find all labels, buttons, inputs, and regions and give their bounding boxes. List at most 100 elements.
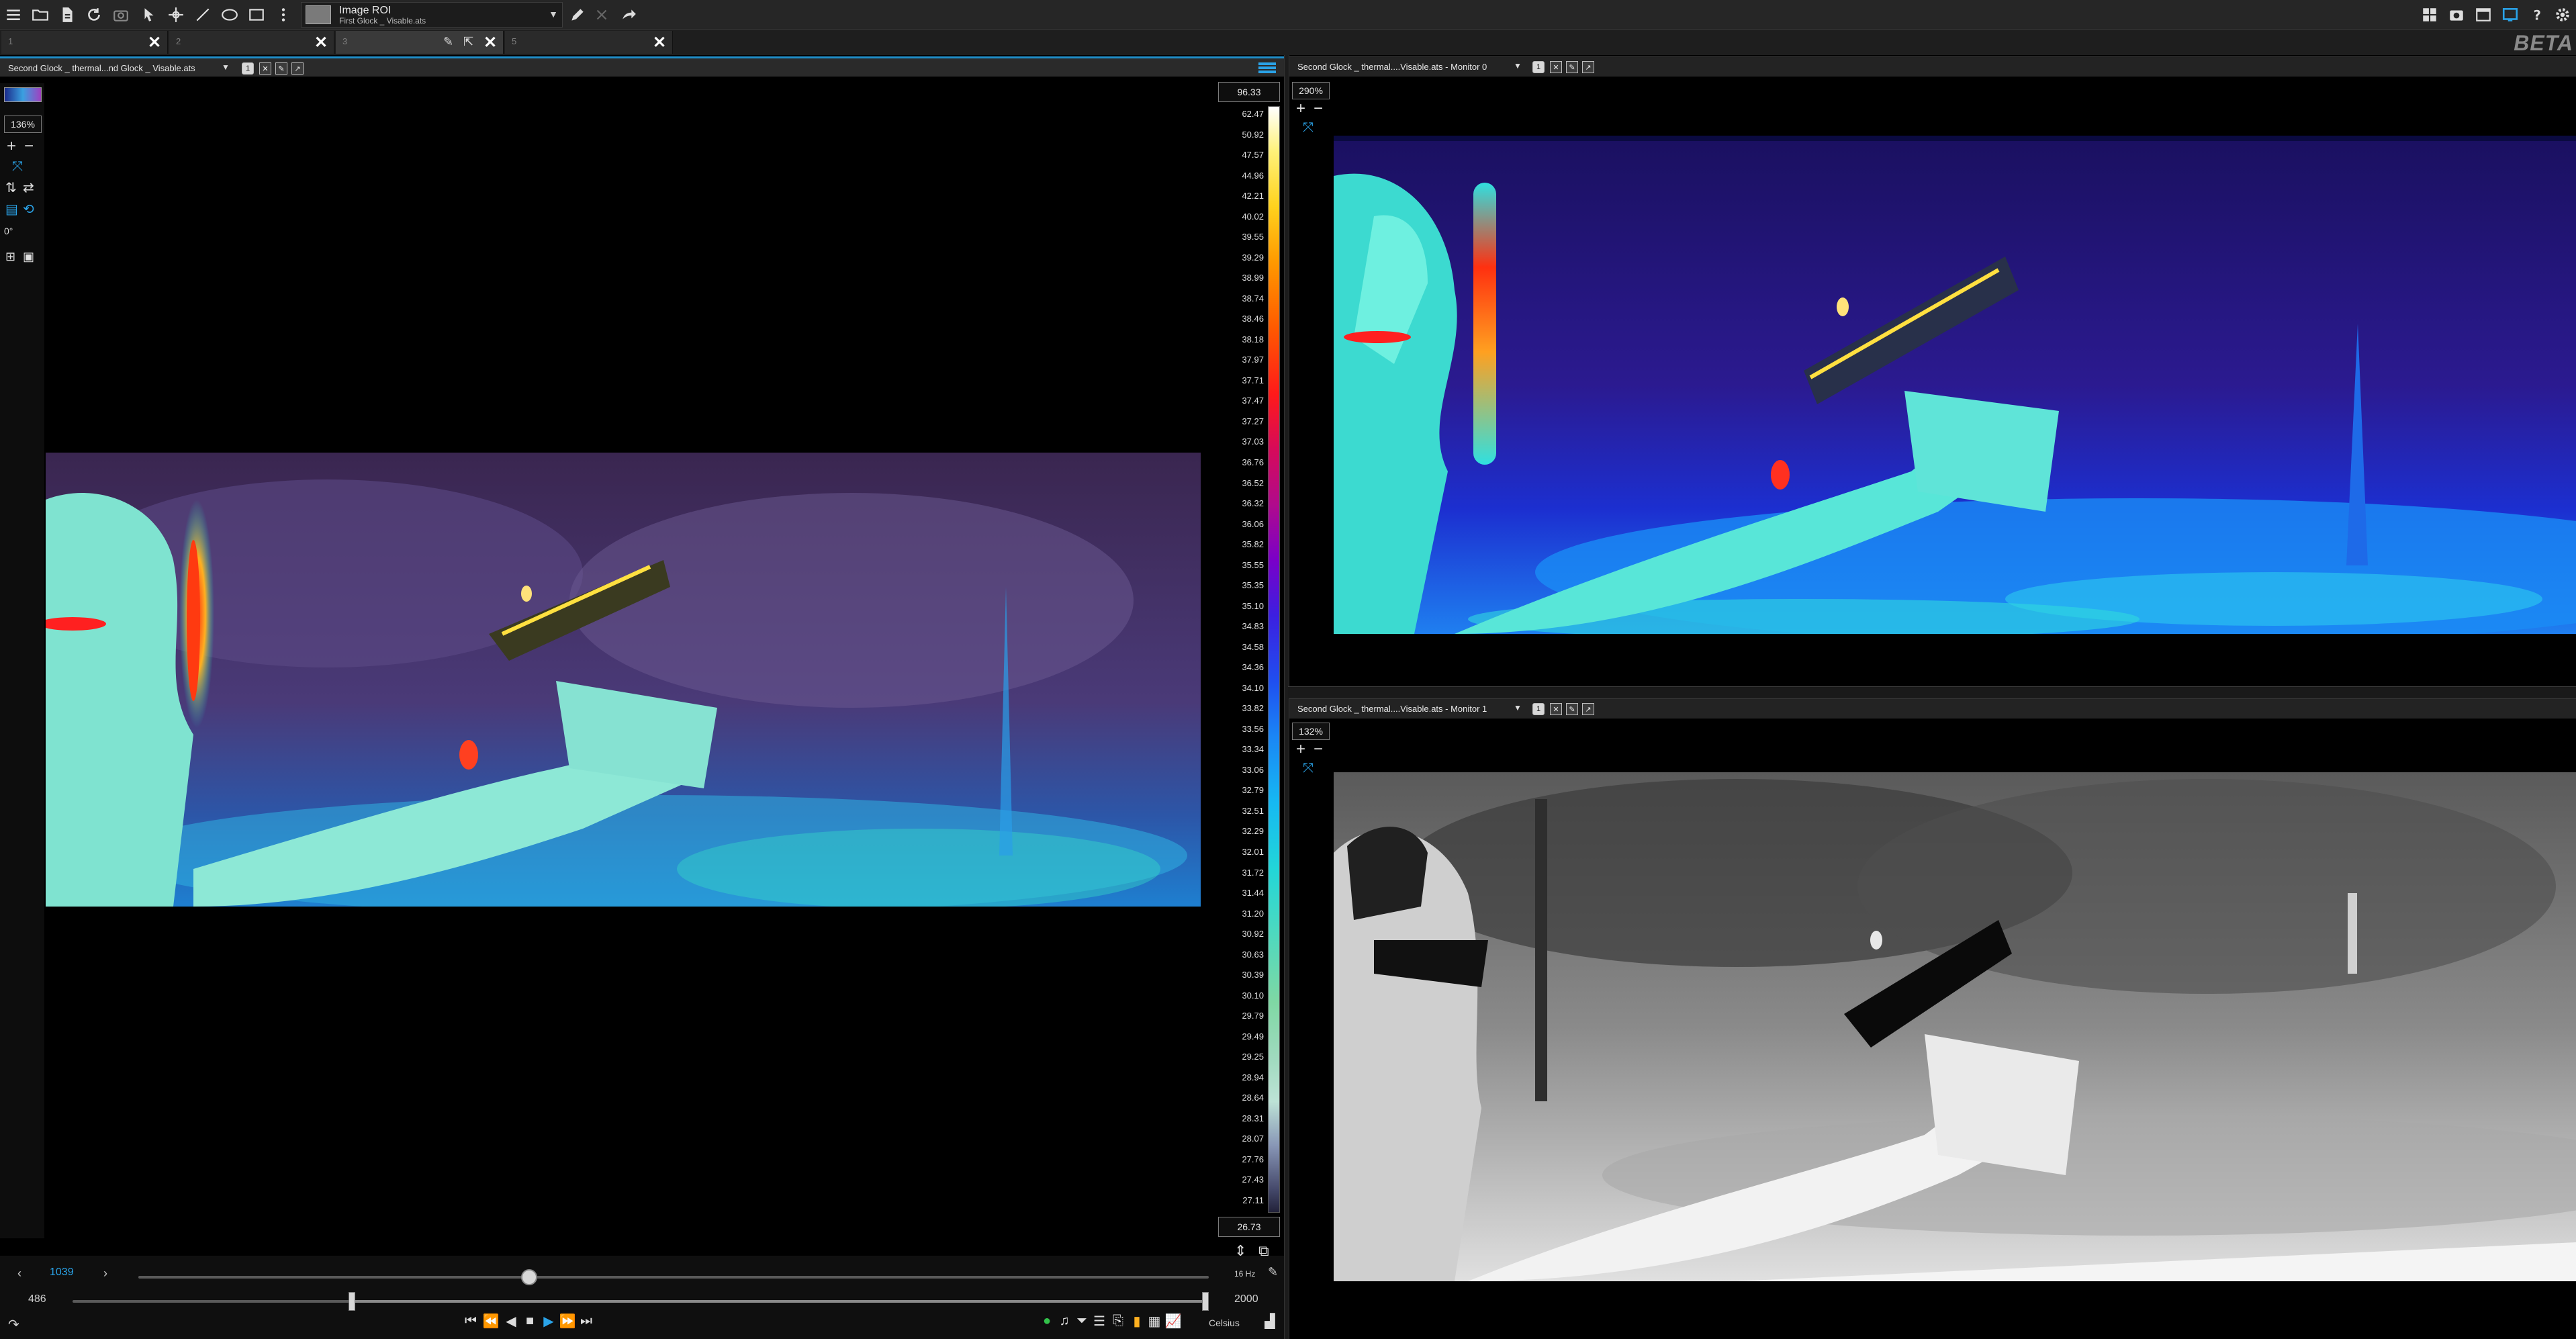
- more-icon[interactable]: [271, 3, 295, 27]
- menu-icon[interactable]: [1, 3, 26, 27]
- ellipse-icon[interactable]: [218, 3, 242, 27]
- table-icon[interactable]: ▦: [1146, 1312, 1163, 1330]
- range-start-handle[interactable]: [349, 1292, 356, 1311]
- popout-icon[interactable]: ⇱: [463, 35, 473, 49]
- zoom-out-icon[interactable]: −: [1314, 101, 1323, 117]
- fast-forward-icon[interactable]: ⏩: [559, 1312, 576, 1330]
- play-icon[interactable]: ▶: [540, 1312, 557, 1330]
- step-back-icon[interactable]: ◀: [502, 1312, 520, 1330]
- tab-2[interactable]: 2 ✕: [169, 31, 334, 54]
- close-icon[interactable]: ✕: [312, 34, 330, 52]
- rotation-value[interactable]: 0°: [4, 226, 13, 236]
- camera-icon[interactable]: [109, 3, 133, 27]
- chevron-down-icon[interactable]: ▼: [1514, 61, 1522, 71]
- capture-icon[interactable]: [2444, 3, 2469, 27]
- frame-slider-track[interactable]: [138, 1276, 1209, 1279]
- colorbar-tick-label: 27.11: [1242, 1195, 1264, 1205]
- range-start[interactable]: 486: [28, 1293, 46, 1305]
- file-icon[interactable]: [55, 3, 79, 27]
- frame-icon[interactable]: ▤: [5, 201, 18, 218]
- chevron-down-icon[interactable]: ▼: [1514, 703, 1522, 712]
- roi-dropdown[interactable]: Image ROI First Glock _ Visable.ats ▼: [301, 2, 563, 28]
- colorbar-toggle-icon[interactable]: [1257, 61, 1277, 75]
- frame-slider-knob[interactable]: [520, 1269, 537, 1285]
- document-icon[interactable]: ▣: [23, 248, 34, 265]
- zoom-out-icon[interactable]: −: [24, 138, 34, 154]
- monitor1-zoom[interactable]: 132%: [1292, 723, 1330, 740]
- skip-end-icon[interactable]: ⏭: [578, 1312, 595, 1330]
- tab-1[interactable]: 1 ✕: [1, 31, 168, 54]
- crosshair-icon[interactable]: [164, 3, 188, 27]
- fit-icon[interactable]: ⤧: [1303, 760, 1314, 776]
- tab-3[interactable]: 3 ✎ ⇱ ✕: [336, 31, 504, 54]
- audio-icon[interactable]: ♫: [1056, 1312, 1073, 1330]
- sync-icon[interactable]: ⟲: [23, 201, 34, 218]
- temperature-units[interactable]: Celsius: [1209, 1318, 1240, 1328]
- link-view-icon[interactable]: ↗: [1582, 703, 1594, 715]
- chevron-down-icon[interactable]: ▼: [222, 62, 230, 72]
- monitor1-visible-image[interactable]: [1334, 772, 2576, 1281]
- link-view-icon[interactable]: ↗: [1582, 61, 1594, 73]
- sort-icon[interactable]: ⇅: [5, 180, 17, 196]
- next-frame-icon[interactable]: ›: [103, 1266, 107, 1281]
- settings-icon[interactable]: [2550, 3, 2575, 27]
- overlay-icon[interactable]: ⊞: [5, 248, 15, 265]
- rectangle-icon[interactable]: [244, 3, 269, 27]
- open-folder-icon[interactable]: [28, 3, 52, 27]
- record-icon[interactable]: ●: [1038, 1312, 1056, 1330]
- tab-5[interactable]: 5 ✕: [505, 31, 673, 54]
- skip-start-icon[interactable]: ⏮: [462, 1312, 479, 1330]
- prev-frame-icon[interactable]: ‹: [17, 1266, 21, 1281]
- redo-icon[interactable]: ↷: [8, 1316, 19, 1333]
- export-icon[interactable]: ⎘: [1109, 1312, 1127, 1330]
- link-view-icon[interactable]: ↗: [291, 62, 304, 75]
- help-icon[interactable]: ?: [2525, 3, 2549, 27]
- monitor0-zoom[interactable]: 290%: [1292, 82, 1330, 99]
- zoom-in-icon[interactable]: +: [7, 138, 16, 154]
- edit-view-icon[interactable]: ✎: [1566, 703, 1578, 715]
- zoom-in-icon[interactable]: +: [1296, 101, 1305, 117]
- adjust-icon[interactable]: ☰: [1091, 1312, 1108, 1330]
- close-icon[interactable]: ✕: [481, 34, 499, 52]
- filter-icon[interactable]: ⏷: [1073, 1312, 1091, 1330]
- colorbar-max[interactable]: 96.33: [1218, 82, 1280, 102]
- edit-icon[interactable]: ✎: [443, 35, 453, 49]
- histogram-icon[interactable]: ▟: [1261, 1312, 1279, 1330]
- plot-icon[interactable]: 📈: [1164, 1312, 1182, 1330]
- share-icon[interactable]: [616, 3, 641, 27]
- pointer-icon[interactable]: [137, 3, 161, 27]
- stop-icon[interactable]: ■: [521, 1312, 539, 1330]
- colorbar-tick-label: 27.43: [1242, 1174, 1264, 1185]
- edit-icon[interactable]: [565, 3, 590, 27]
- window-icon[interactable]: [2471, 3, 2495, 27]
- close-view-icon[interactable]: ✕: [1550, 703, 1562, 715]
- colorbar-min[interactable]: 26.73: [1218, 1217, 1280, 1237]
- horizontal-splitter[interactable]: [1288, 686, 2576, 698]
- range-end[interactable]: 2000: [1234, 1293, 1258, 1305]
- fit-icon[interactable]: ⤧: [1303, 120, 1314, 136]
- edit-view-icon[interactable]: ✎: [1566, 61, 1578, 73]
- palette-thumbnail[interactable]: [4, 87, 42, 102]
- range-end-handle[interactable]: [1202, 1292, 1209, 1311]
- close-view-icon[interactable]: ✕: [259, 62, 271, 75]
- palette-icon[interactable]: ▮: [1128, 1312, 1146, 1330]
- layout-grid-icon[interactable]: [2418, 3, 2442, 27]
- rewind-icon[interactable]: ⏪: [482, 1312, 500, 1330]
- edit-icon[interactable]: ✎: [1268, 1265, 1278, 1279]
- close-icon[interactable]: ✕: [651, 34, 668, 52]
- zoom-level[interactable]: 136%: [4, 116, 42, 133]
- close-roi-icon[interactable]: [590, 3, 614, 27]
- line-icon[interactable]: [191, 3, 215, 27]
- swap-icon[interactable]: ⇄: [23, 180, 34, 196]
- edit-view-icon[interactable]: ✎: [275, 62, 287, 75]
- main-image[interactable]: [46, 453, 1201, 907]
- zoom-in-icon[interactable]: +: [1296, 741, 1305, 757]
- close-icon[interactable]: ✕: [146, 34, 163, 52]
- refresh-icon[interactable]: [82, 3, 106, 27]
- current-frame[interactable]: 1039: [50, 1266, 74, 1279]
- fit-icon[interactable]: ⤧: [12, 158, 23, 175]
- zoom-out-icon[interactable]: −: [1314, 741, 1323, 757]
- monitor0-thermal-image[interactable]: [1334, 136, 2576, 634]
- close-view-icon[interactable]: ✕: [1550, 61, 1562, 73]
- monitor-icon[interactable]: [2498, 3, 2522, 27]
